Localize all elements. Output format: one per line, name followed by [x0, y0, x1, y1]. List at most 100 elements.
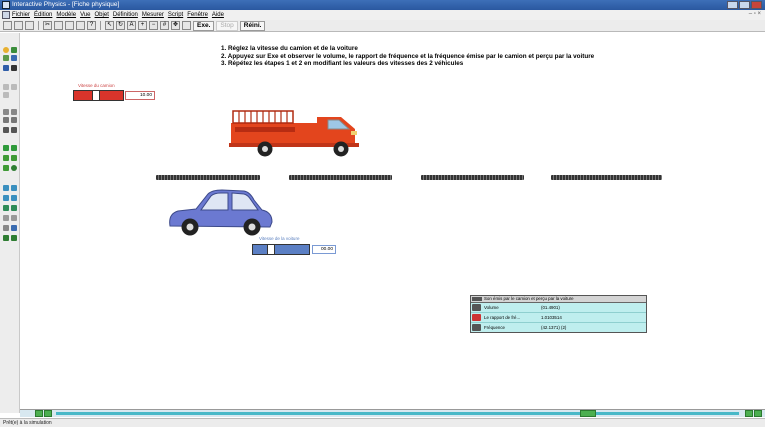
force-tool-icon[interactable]	[3, 145, 9, 151]
point-tool-icon[interactable]	[3, 84, 9, 90]
menu-script[interactable]: Script	[168, 12, 183, 18]
menu-modele[interactable]: Modèle	[56, 12, 76, 18]
actuator-tool-icon[interactable]	[11, 155, 17, 161]
car-speed-slider[interactable]	[252, 244, 310, 255]
damper-tool-icon[interactable]	[3, 165, 9, 171]
arrow-tool-icon[interactable]: ↖	[105, 21, 114, 30]
menu-objet[interactable]: Objet	[95, 12, 109, 18]
rod-tool-icon[interactable]	[3, 127, 9, 133]
zoom-out-icon[interactable]: −	[149, 21, 158, 30]
print-icon[interactable]	[76, 21, 85, 30]
timeline-back-button[interactable]	[44, 410, 52, 417]
timeline-start-button[interactable]	[35, 410, 43, 417]
rope-tool-icon[interactable]	[3, 117, 9, 123]
join-tool-icon[interactable]	[11, 84, 17, 90]
slot-tool-icon[interactable]	[11, 109, 17, 115]
timeline-track[interactable]	[56, 412, 739, 415]
close-button[interactable]	[751, 1, 762, 9]
camera-tool-icon[interactable]	[182, 21, 191, 30]
circle-tool-icon[interactable]	[3, 47, 9, 53]
save-icon[interactable]	[25, 21, 34, 30]
split-tool-icon[interactable]	[3, 92, 9, 98]
data-row-label: Volume	[484, 305, 499, 310]
road-segment-4	[551, 175, 662, 180]
rotate-tool-icon[interactable]: ↻	[116, 21, 125, 30]
rect-tool-icon[interactable]	[3, 65, 9, 71]
menu-aide[interactable]: Aide	[212, 12, 224, 18]
timeline-end-button[interactable]	[754, 410, 762, 417]
polygon-tool-icon[interactable]	[3, 55, 9, 61]
truck-slider-thumb[interactable]	[92, 91, 100, 100]
gear-icon[interactable]	[11, 165, 17, 171]
curve-tool-icon[interactable]	[11, 55, 17, 61]
open-file-icon[interactable]	[14, 21, 23, 30]
run-button[interactable]: Exe.	[193, 20, 215, 31]
cut-icon[interactable]: ✂	[43, 21, 52, 30]
fire-truck[interactable]	[229, 109, 365, 159]
square-tool-icon[interactable]	[11, 47, 17, 53]
link-tool-icon[interactable]	[3, 225, 9, 231]
text-tool-icon[interactable]: A	[127, 21, 136, 30]
stop-button[interactable]: Stop	[216, 20, 238, 31]
window-controls	[727, 1, 762, 9]
truck-speed-label: Vitesse du camion	[78, 83, 115, 88]
car-speed-label: Vitesse de la voiture	[259, 236, 300, 241]
panel-header[interactable]: Son émis par le camion et perçu par la v…	[471, 296, 646, 303]
timeline-forward-button[interactable]	[745, 410, 753, 417]
graph-tool-icon[interactable]	[11, 225, 17, 231]
spring-tool-icon[interactable]	[11, 117, 17, 123]
toolbar: ✂ ? ↖ ↻ A + − # ✥ Exe. Stop Réini.	[0, 20, 765, 32]
panel-menu-icon[interactable]	[472, 297, 482, 301]
menu-fenetre[interactable]: Fenêtre	[187, 12, 208, 18]
wand-tool-icon[interactable]	[11, 235, 17, 241]
reset-button[interactable]: Réini.	[239, 20, 266, 31]
menu-tool-icon[interactable]	[11, 195, 17, 201]
meter-tool-icon[interactable]	[3, 185, 9, 191]
sound-data-panel[interactable]: Son émis par le camion et perçu par la v…	[470, 295, 647, 333]
new-file-icon[interactable]	[3, 21, 12, 30]
status-bar: Prêt(e) à la simulation	[0, 418, 765, 427]
slider-tool-icon[interactable]	[11, 185, 17, 191]
simulation-canvas[interactable]: 1. Réglez la vitesse du camion et de la …	[21, 33, 765, 408]
pin-tool-icon[interactable]	[3, 109, 9, 115]
truck-slider-rest	[100, 91, 123, 100]
document-icon[interactable]	[2, 11, 10, 19]
menu-fichier[interactable]: Fichier	[12, 12, 30, 18]
mdi-controls[interactable]: – ▫ ×	[749, 11, 761, 17]
menu-definition[interactable]: Définition	[113, 12, 138, 18]
pulley-tool-icon[interactable]	[11, 127, 17, 133]
title-bar: Interactive Physics - [Fiche physique]	[0, 0, 765, 10]
timeline-thumb[interactable]	[580, 410, 596, 417]
zoom-in-icon[interactable]: +	[138, 21, 147, 30]
torque-tool-icon[interactable]	[11, 145, 17, 151]
window-title: Interactive Physics - [Fiche physique]	[12, 1, 120, 8]
motor-tool-icon[interactable]	[3, 155, 9, 161]
move-tool-icon[interactable]: ✥	[171, 21, 180, 30]
anchor-tool-icon[interactable]	[11, 65, 17, 71]
sound-tool-icon[interactable]	[3, 205, 9, 211]
menu-mesurer[interactable]: Mesurer	[142, 12, 164, 18]
help-icon[interactable]: ?	[87, 21, 96, 30]
button-tool-icon[interactable]	[3, 195, 9, 201]
timeline-scrollbar[interactable]	[20, 409, 765, 417]
car-speed-value[interactable]: 00.00	[312, 245, 336, 254]
truck-speed-value[interactable]: 10.00	[125, 91, 155, 100]
menu-vue[interactable]: Vue	[80, 12, 90, 18]
instruction-step-3: 3. Répétez les étapes 1 et 2 en modifian…	[221, 60, 464, 67]
car-slider-thumb[interactable]	[267, 245, 275, 254]
paste-icon[interactable]	[65, 21, 74, 30]
maximize-button[interactable]	[739, 1, 750, 9]
car[interactable]	[166, 186, 276, 238]
truck-speed-slider[interactable]	[73, 90, 124, 101]
data-row-label: Fréquence	[484, 324, 505, 330]
grid-tool-icon[interactable]: #	[160, 21, 169, 30]
vector-tool-icon[interactable]	[3, 235, 9, 241]
data-row-label: Le rapport de fré...	[484, 314, 521, 320]
flip-tool-icon[interactable]	[11, 215, 17, 221]
copy-icon[interactable]	[54, 21, 63, 30]
move-tool-icon-2[interactable]	[3, 215, 9, 221]
minimize-button[interactable]	[727, 1, 738, 9]
road-segment-2	[289, 175, 392, 180]
image-tool-icon[interactable]	[11, 205, 17, 211]
menu-edition[interactable]: Édition	[34, 12, 52, 18]
